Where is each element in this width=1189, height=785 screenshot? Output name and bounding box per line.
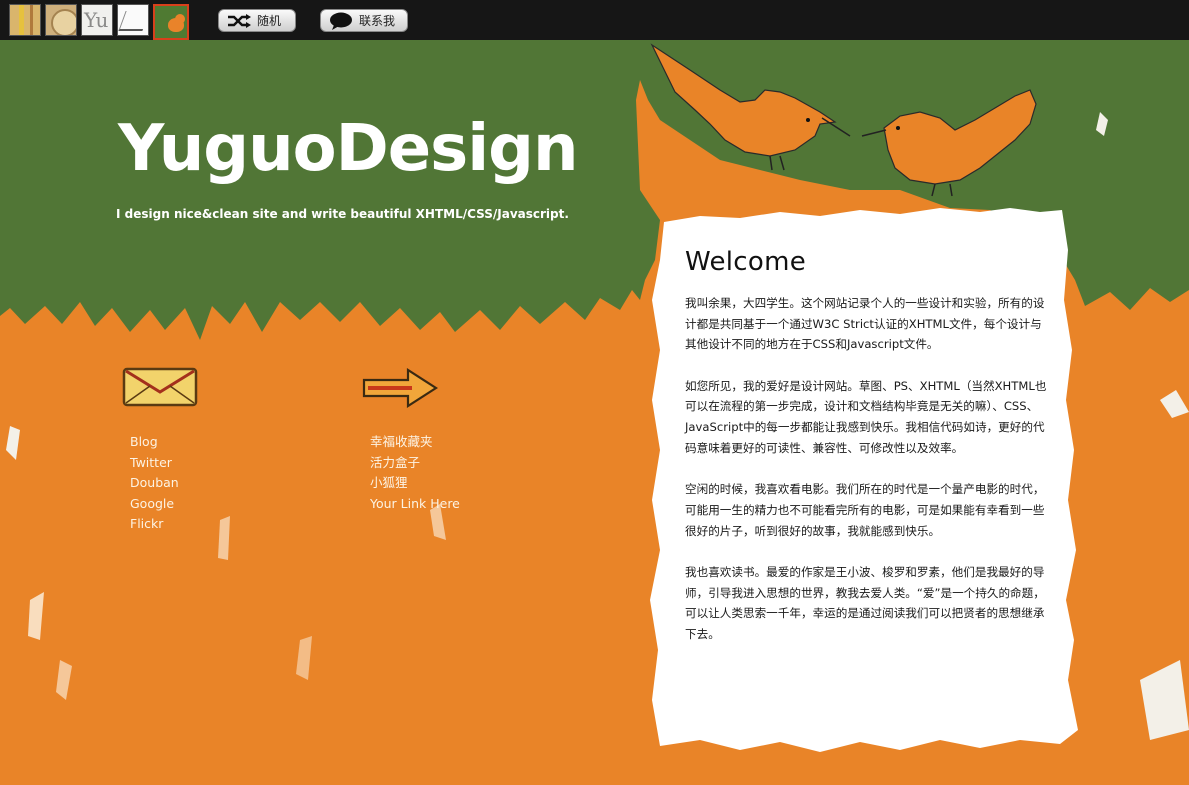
link-friend-1[interactable]: 幸福收藏夹 [370,432,460,453]
contact-label: 联系我 [359,14,396,28]
theme-thumbnail-5-active[interactable] [153,4,189,40]
arrow-right-icon [362,368,438,408]
site-tagline: I design nice&clean site and write beaut… [116,207,569,221]
friend-links: 幸福收藏夹 活力盒子 小狐狸 Your Link Here [370,432,460,514]
theme-thumbnail-4[interactable] [117,4,149,36]
link-friend-2[interactable]: 活力盒子 [370,453,460,474]
intro-paragraph-1: 我叫余果，大四学生。这个网站记录个人的一些设计和实验，所有的设计都是共同基于一个… [685,296,1045,352]
speech-bubble-icon [329,12,353,30]
link-google[interactable]: Google [130,494,179,515]
link-twitter[interactable]: Twitter [130,453,179,474]
intro-paragraph-2: 如您所见，我的爱好是设计网站。草图、PS、XHTML（当然XHTML也可以在流程… [685,378,1047,455]
shuffle-label: 随机 [257,14,282,28]
top-bar: Yu 随机 联系我 [0,0,1189,40]
link-your-link-here[interactable]: Your Link Here [370,494,460,515]
intro-paragraph-4: 我也喜欢读书。最爱的作家是王小波、梭罗和罗素，他们是我最好的导师，引导我进入思想… [685,564,1045,641]
link-flickr[interactable]: Flickr [130,514,179,535]
link-douban[interactable]: Douban [130,473,179,494]
theme-thumbnail-2[interactable] [45,4,77,36]
theme-thumbnail-3[interactable]: Yu [81,4,113,36]
link-blog[interactable]: Blog [130,432,179,453]
welcome-title: Welcome [685,247,807,277]
theme-thumbnail-1[interactable] [9,4,41,36]
envelope-icon [122,367,198,407]
theme-thumbnail-3-label: Yu [84,8,109,32]
shuffle-button[interactable]: 随机 [218,9,296,32]
welcome-section: Welcome 我叫余果，大四学生。这个网站记录个人的一些设计和实验，所有的设计… [685,247,1050,665]
link-friend-3[interactable]: 小狐狸 [370,473,460,494]
site-logo-title[interactable]: YuguoDesign [118,112,579,186]
social-links: Blog Twitter Douban Google Flickr [130,432,179,535]
contact-button[interactable]: 联系我 [320,9,408,32]
shuffle-icon [227,13,251,28]
intro-paragraph-3: 空闲的时候，我喜欢看电影。我们所在的时代是一个量产电影的时代，可能用一生的精力也… [685,482,1045,538]
